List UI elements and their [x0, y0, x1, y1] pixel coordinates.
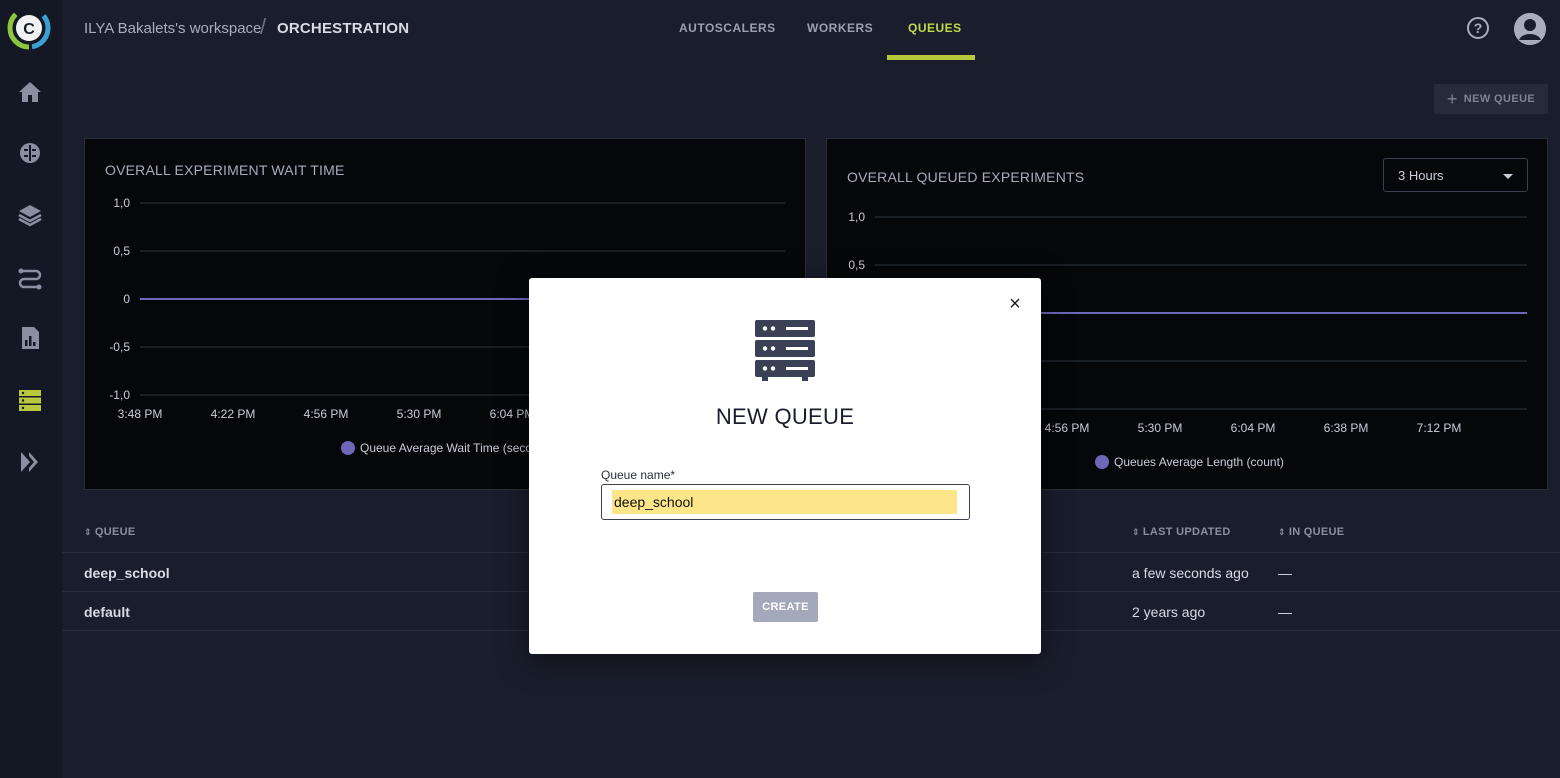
- queue-name-label: Queue name*: [601, 468, 676, 482]
- queue-name-field-wrapper: [601, 484, 970, 520]
- dialog-title: NEW QUEUE: [715, 404, 855, 429]
- queue-name-input[interactable]: [612, 490, 957, 514]
- new-queue-dialog: × NEW QUEUE Queue name* CREATE: [529, 278, 1041, 654]
- queue-server-icon: [755, 320, 815, 381]
- close-icon[interactable]: ×: [1005, 294, 1025, 314]
- create-button[interactable]: CREATE: [753, 592, 818, 622]
